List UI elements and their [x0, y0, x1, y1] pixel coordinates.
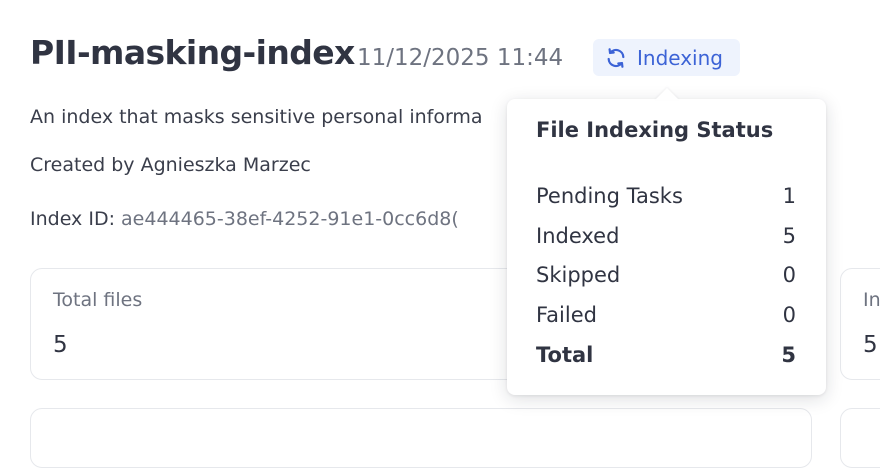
index-id: Index ID: ae444465-38ef-4252-91e1-0cc6d8…	[30, 206, 459, 232]
timestamp: 11/12/2025 11:44	[357, 45, 564, 71]
popover-arrow	[655, 88, 679, 100]
stat-value: 5	[782, 224, 796, 248]
stat-value: 0	[782, 303, 796, 327]
status-label: Indexing	[637, 45, 723, 70]
stat-row-pending: Pending Tasks 1	[536, 181, 796, 211]
indexed-card: In 5	[840, 268, 880, 380]
index-id-label: Index ID:	[30, 208, 115, 230]
page-title: PII-masking-index	[30, 33, 355, 72]
popover-title: File Indexing Status	[536, 118, 774, 142]
card-label: Total files	[53, 289, 143, 311]
stat-row-skipped: Skipped 0	[536, 260, 796, 290]
stat-label: Skipped	[536, 263, 621, 287]
stat-value: 5	[781, 343, 796, 367]
stats-card	[840, 408, 880, 468]
stat-row-failed: Failed 0	[536, 300, 796, 330]
stats-card	[30, 408, 812, 468]
stat-row-indexed: Indexed 5	[536, 221, 796, 251]
stat-row-total: Total 5	[536, 340, 796, 370]
card-label: In	[863, 289, 880, 311]
indexing-status-popover: File Indexing Status Pending Tasks 1 Ind…	[507, 99, 826, 395]
card-value: 5	[863, 332, 878, 358]
indexing-status-button[interactable]: Indexing	[593, 39, 740, 76]
stat-value: 1	[782, 184, 796, 208]
stat-label: Pending Tasks	[536, 184, 683, 208]
created-by: Created by Agnieszka Marzec	[30, 154, 311, 176]
stat-label: Total	[536, 343, 594, 367]
stat-label: Indexed	[536, 224, 620, 248]
stat-value: 0	[782, 263, 796, 287]
refresh-icon	[605, 47, 627, 69]
index-id-value: ae444465-38ef-4252-91e1-0cc6d8(	[121, 208, 459, 230]
stat-label: Failed	[536, 303, 597, 327]
card-value: 5	[53, 332, 68, 358]
index-description: An index that masks sensitive personal i…	[30, 106, 483, 128]
